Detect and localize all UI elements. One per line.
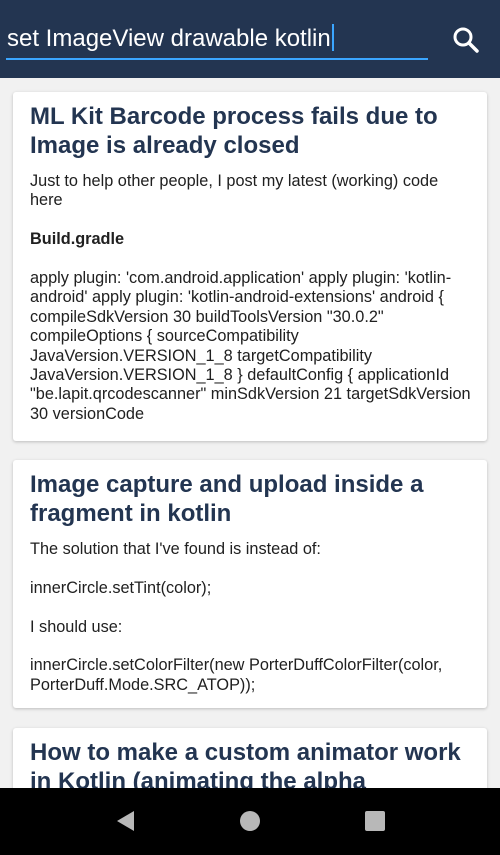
excerpt-heading: Build.gradle — [30, 230, 125, 249]
search-button[interactable] — [448, 22, 484, 58]
search-underline — [6, 58, 428, 60]
home-icon — [240, 811, 260, 831]
excerpt-paragraph: The solution that I've found is instead … — [30, 540, 321, 558]
excerpt-paragraph: apply plugin: 'com.android.application' … — [30, 269, 471, 423]
result-excerpt: The solution that I've found is instead … — [30, 540, 471, 695]
back-icon — [117, 811, 134, 831]
results-list: ML Kit Barcode process fails due to Imag… — [0, 78, 500, 788]
excerpt-paragraph: innerCircle.setColorFilter(new PorterDuf… — [30, 656, 443, 694]
search-input[interactable]: set ImageView drawable kotlin — [7, 24, 334, 53]
excerpt-paragraph: I should use: — [30, 617, 123, 636]
search-icon — [453, 27, 479, 53]
excerpt-paragraph: innerCircle.setTint(color); — [30, 578, 212, 597]
recents-button[interactable] — [360, 806, 390, 836]
result-card[interactable]: Image capture and upload inside a fragme… — [13, 460, 487, 708]
result-excerpt: Just to help other people, I post my lat… — [30, 172, 471, 424]
result-title[interactable]: Image capture and upload inside a fragme… — [30, 470, 471, 528]
excerpt-paragraph: Just to help other people, I post my lat… — [30, 172, 439, 210]
search-query: set ImageView drawable kotlin — [7, 25, 331, 52]
result-title[interactable]: ML Kit Barcode process fails due to Imag… — [30, 102, 471, 160]
result-card[interactable]: How to make a custom animator work in Ko… — [13, 728, 487, 788]
system-nav-bar — [0, 788, 500, 855]
back-button[interactable] — [110, 806, 140, 836]
excerpt-paragraph: Build.gradle — [30, 230, 471, 249]
recents-icon — [365, 811, 385, 831]
result-title[interactable]: How to make a custom animator work in Ko… — [30, 738, 471, 788]
home-button[interactable] — [235, 806, 265, 836]
app-bar: set ImageView drawable kotlin — [0, 0, 500, 78]
result-card[interactable]: ML Kit Barcode process fails due to Imag… — [13, 92, 487, 441]
text-cursor — [331, 24, 334, 51]
